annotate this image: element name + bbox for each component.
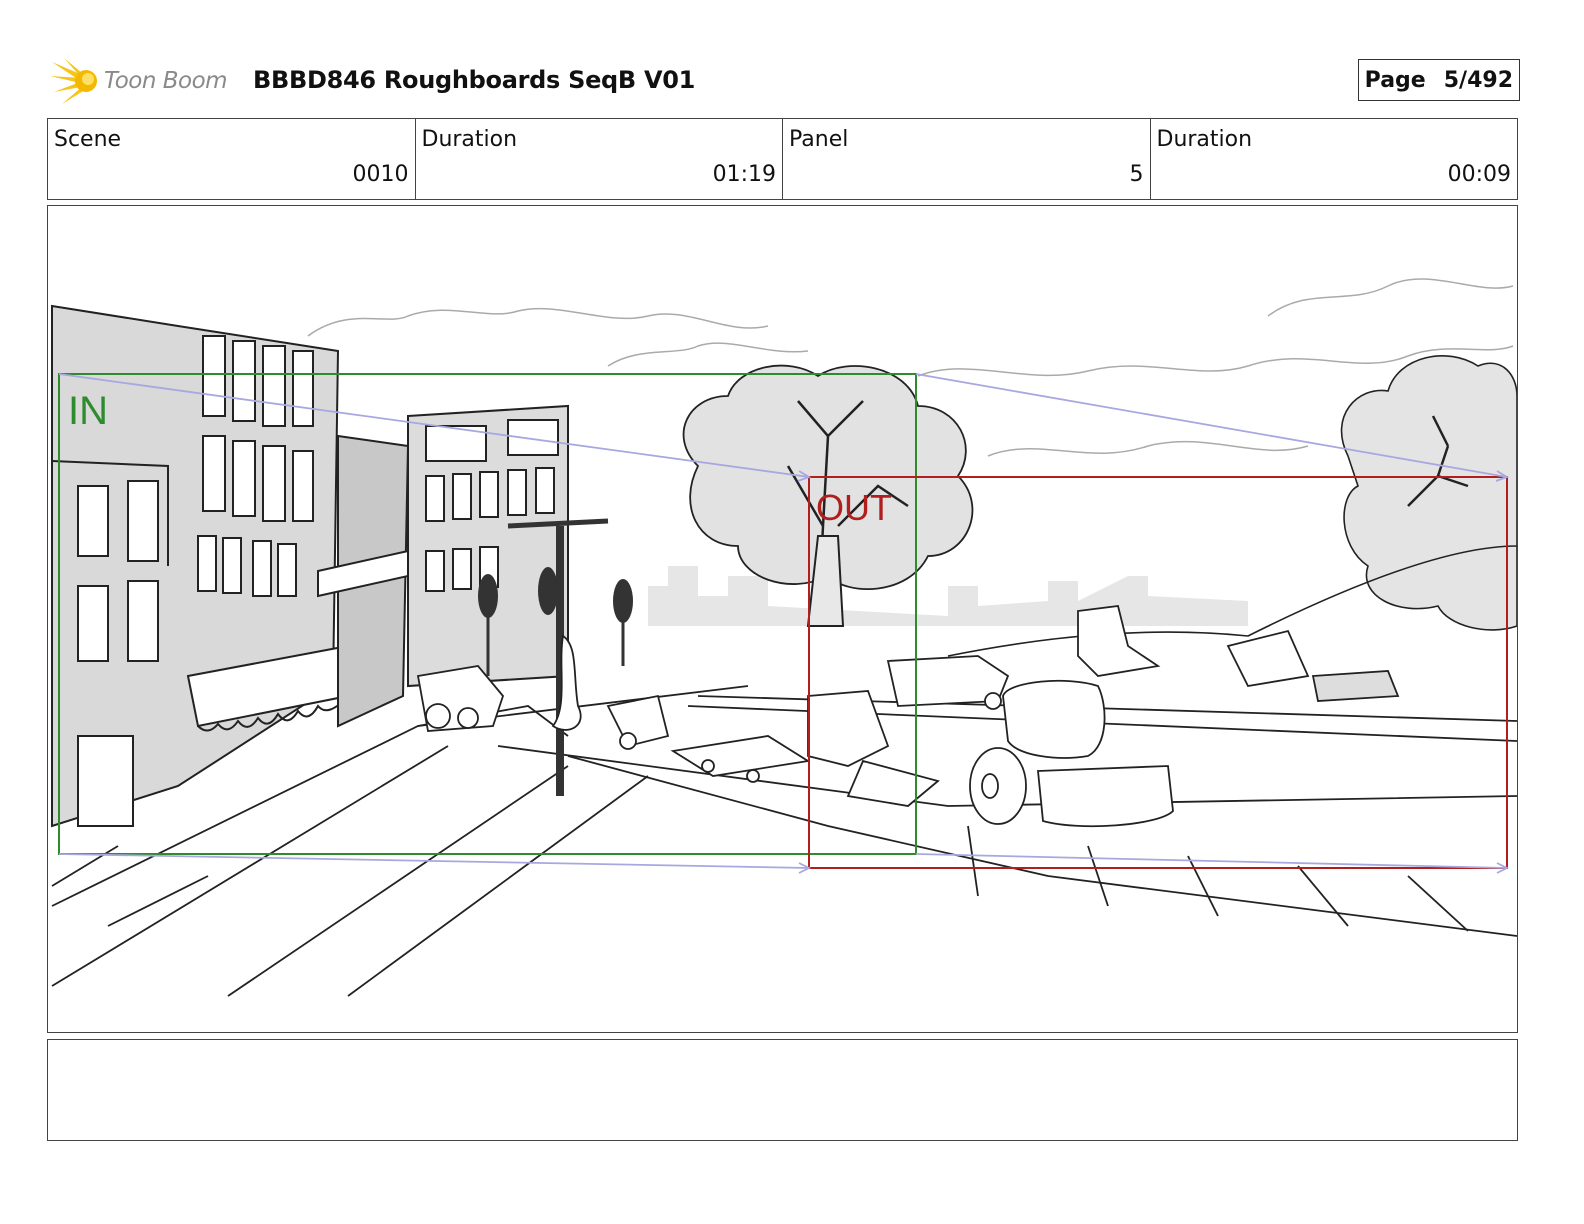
page-label: Page	[1364, 67, 1426, 93]
right-tree-sketch	[1340, 355, 1517, 631]
storyboard-panel: IN OUT	[47, 205, 1518, 1033]
in-frame-label: IN	[68, 389, 108, 433]
scene-duration-label: Duration	[421, 127, 518, 152]
panel-cell: Panel 5	[783, 119, 1151, 199]
scene-cell: Scene 0010	[48, 119, 416, 199]
panel-duration-cell: Duration 00:09	[1151, 119, 1518, 199]
panel-label: Panel	[789, 127, 849, 152]
panel-duration-label: Duration	[1156, 127, 1253, 152]
scene-duration-value: 01:19	[712, 162, 776, 187]
logo-text: Toon Boom	[104, 68, 228, 94]
panel-duration-value: 00:09	[1447, 162, 1511, 187]
panel-notes-box	[47, 1039, 1518, 1141]
document-title: BBBD846 Roughboards SeqB V01	[253, 66, 696, 94]
panel-sketch: IN OUT	[51, 278, 1517, 997]
scene-label: Scene	[54, 127, 122, 152]
skyline-sketch	[648, 566, 1248, 626]
out-frame-label: OUT	[816, 487, 892, 528]
scene-info-table: Scene 0010 Duration 01:19 Panel 5 Durati…	[47, 118, 1518, 200]
sunburst-icon	[50, 58, 97, 104]
scene-duration-cell: Duration 01:19	[416, 119, 783, 199]
scene-value: 0010	[352, 162, 409, 187]
street-sketch	[51, 685, 1517, 997]
page-number: 5/492	[1443, 67, 1513, 93]
storyboard-header: Toon Boom BBBD846 Roughboards SeqB V01 P…	[50, 56, 1520, 106]
panel-value: 5	[1129, 162, 1144, 187]
page-indicator: Page 5/492	[1357, 59, 1520, 101]
toon-boom-logo: Toon Boom	[50, 56, 228, 106]
